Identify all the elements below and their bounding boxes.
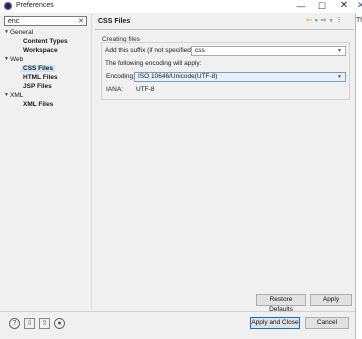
- forward-arrow-icon[interactable]: ⇨: [321, 17, 327, 24]
- encoding-combo[interactable]: ISO 10646/Unicode(UTF-8) ▼: [134, 72, 346, 82]
- chevron-down-icon: ▼: [337, 48, 342, 54]
- tree-item-label: General: [10, 29, 34, 36]
- tree-item-label: XML Files: [23, 101, 54, 108]
- suffix-value: css: [195, 47, 205, 54]
- app-logo-icon: [4, 2, 12, 10]
- page-title: CSS Files: [98, 18, 131, 25]
- suffix-label: Add this suffix (if not specified):: [105, 47, 195, 54]
- iana-label: IANA:: [106, 86, 123, 93]
- chevron-down-icon: ▼: [337, 74, 342, 80]
- help-icon[interactable]: ?: [9, 318, 20, 329]
- export-icon[interactable]: ⇧: [39, 318, 50, 329]
- apply-button[interactable]: Apply: [310, 294, 352, 306]
- tree-item-general[interactable]: ▼General: [4, 28, 33, 37]
- tree-item-label: HTML Files: [23, 74, 58, 81]
- tree-item-label: Web: [10, 56, 24, 63]
- encoding-note: The following encoding will apply:: [105, 60, 202, 67]
- back-dropdown-icon[interactable]: ▼: [314, 18, 319, 24]
- restore-defaults-button[interactable]: Restore Defaults: [256, 294, 306, 313]
- preferences-window: Preferences — ☐ ✕ enc ✕ ▼General Content…: [0, 0, 356, 339]
- tree-item-jsp-files[interactable]: JSP Files: [23, 82, 52, 91]
- tree-item-label: JSP Files: [23, 83, 52, 90]
- background-close-icon[interactable]: ✕: [357, 0, 362, 11]
- back-arrow-icon[interactable]: ⇦: [306, 17, 312, 24]
- close-button[interactable]: ✕: [333, 0, 355, 13]
- import-icon[interactable]: ⇩: [24, 318, 35, 329]
- apply-and-close-button[interactable]: Apply and Close: [250, 317, 300, 329]
- record-icon[interactable]: ●: [54, 318, 65, 329]
- filter-input[interactable]: enc ✕: [4, 16, 87, 26]
- clear-filter-icon[interactable]: ✕: [78, 17, 84, 26]
- tree-item-xml[interactable]: ▼XML: [4, 91, 23, 100]
- tree-item-html-files[interactable]: HTML Files: [23, 73, 58, 82]
- tree-item-content-types[interactable]: Content Types: [23, 37, 68, 46]
- tree-item-workspace[interactable]: Workspace: [23, 46, 58, 55]
- footer-divider: [0, 311, 356, 312]
- encoding-value: ISO 10646/Unicode(UTF-8): [138, 73, 218, 80]
- sash-divider[interactable]: [91, 13, 92, 310]
- forward-dropdown-icon[interactable]: ▼: [329, 18, 334, 24]
- iana-value: UTF-8: [136, 86, 155, 93]
- tree-item-label: XML: [10, 92, 24, 99]
- background-text: Th: [356, 17, 362, 24]
- tree-item-xml-files[interactable]: XML Files: [23, 100, 53, 109]
- tree-item-web[interactable]: ▼Web: [4, 55, 23, 64]
- view-menu-icon[interactable]: ⋮: [335, 17, 342, 24]
- tree-item-label: CSS Files: [21, 65, 55, 72]
- window-title: Preferences: [16, 2, 54, 9]
- tree-item-label: Workspace: [23, 47, 58, 54]
- title-bar: Preferences — ☐ ✕: [0, 0, 356, 13]
- encoding-label: Encoding:: [106, 73, 135, 80]
- suffix-combo[interactable]: css ▼: [191, 46, 346, 56]
- maximize-button[interactable]: ☐: [311, 0, 333, 13]
- page-navigation: ⇦ ▼ ⇨ ▼ ⋮: [306, 16, 342, 24]
- title-divider: [95, 29, 354, 30]
- filter-text: enc: [8, 18, 20, 25]
- cancel-button[interactable]: Cancel: [305, 317, 349, 329]
- tree-item-css-files[interactable]: CSS Files: [21, 64, 55, 73]
- tree-item-label: Content Types: [23, 38, 68, 45]
- minimize-button[interactable]: —: [290, 0, 312, 13]
